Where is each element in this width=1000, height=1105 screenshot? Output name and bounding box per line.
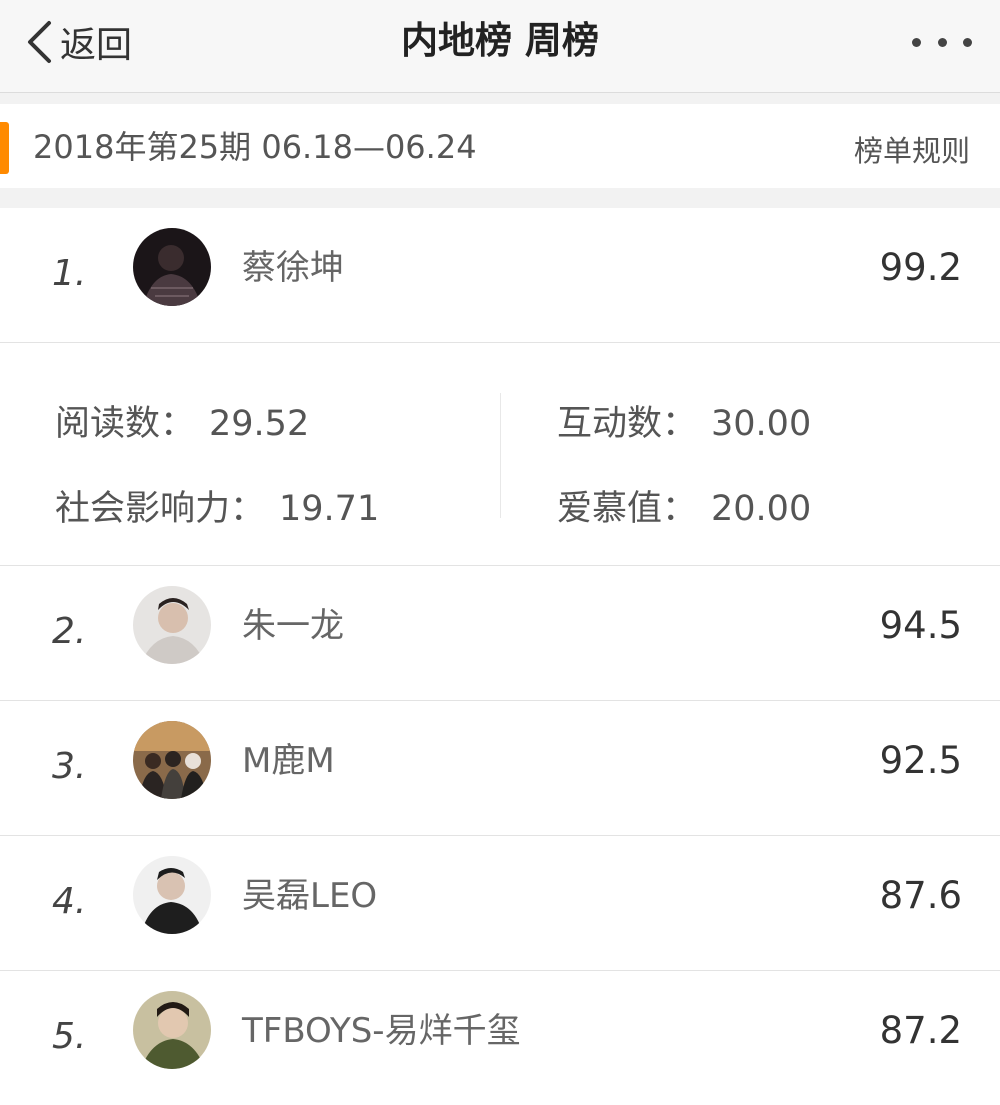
- avatar[interactable]: [133, 721, 211, 799]
- page-title: 内地榜 周榜: [401, 19, 599, 62]
- artist-name: M鹿M: [242, 741, 335, 781]
- period-label: 2018年第25期 06.18—06.24: [33, 128, 477, 166]
- ranking-row-2[interactable]: 2. 朱一龙 94.5: [0, 566, 1000, 701]
- love-stat: 爱慕值： 20.00: [557, 484, 811, 534]
- interactions-label: 互动数：: [557, 404, 698, 444]
- interactions-value: 30.00: [711, 404, 812, 444]
- score-value: 87.6: [879, 874, 962, 917]
- ranking-row-5[interactable]: 5. TFBOYS-易烊千玺 87.2: [0, 971, 1000, 1105]
- rank-number: 2.: [52, 611, 87, 652]
- avatar-image: [133, 228, 211, 306]
- reads-value: 29.52: [209, 404, 310, 444]
- dot: [912, 37, 921, 47]
- love-label: 爱慕值：: [557, 489, 698, 529]
- avatar-image: [133, 586, 211, 664]
- ranking-row-1[interactable]: 1. 蔡徐坤 99.2: [0, 208, 1000, 343]
- avatar[interactable]: [133, 991, 211, 1069]
- more-dots-icon[interactable]: [912, 30, 972, 54]
- love-value: 20.00: [711, 489, 812, 529]
- ranking-row-4[interactable]: 4. 吴磊LEO 87.6: [0, 836, 1000, 971]
- chart-rules-link[interactable]: 榜单规则: [854, 128, 970, 174]
- social-influence-label: 社会影响力：: [55, 489, 266, 529]
- detail-divider: [500, 393, 501, 518]
- ranking-detail-panel: 阅读数： 29.52 互动数： 30.00 社会影响力： 19.71 爱慕值： 20.0…: [0, 343, 1000, 566]
- avatar-image: [133, 991, 211, 1069]
- reads-stat: 阅读数： 29.52: [55, 399, 309, 449]
- score-value: 87.2: [879, 1009, 962, 1052]
- interactions-stat: 互动数： 30.00: [557, 399, 811, 449]
- rank-number: 5.: [52, 1016, 87, 1057]
- avatar[interactable]: [133, 228, 211, 306]
- avatar-image: [133, 856, 211, 934]
- artist-name: TFBOYS-易烊千玺: [242, 1011, 521, 1051]
- artist-name: 朱一龙: [242, 606, 344, 646]
- rank-number: 1.: [52, 253, 87, 294]
- period-accent-bar: [0, 122, 9, 174]
- score-value: 99.2: [879, 246, 962, 289]
- dot: [963, 37, 972, 47]
- social-influence-stat: 社会影响力： 19.71: [55, 484, 379, 534]
- rank-number: 3.: [52, 746, 87, 787]
- reads-label: 阅读数：: [55, 404, 196, 444]
- avatar-image: [133, 721, 211, 799]
- ranking-list: 1. 蔡徐坤 99.2 阅读数： 29.52 互动数： 30.00 社会影响力： 19…: [0, 208, 1000, 1105]
- score-value: 94.5: [879, 604, 962, 647]
- dot: [937, 37, 947, 47]
- rank-number: 4.: [52, 881, 87, 922]
- avatar[interactable]: [133, 856, 211, 934]
- period-header: 2018年第25期 06.18—06.24 榜单规则: [0, 104, 1000, 188]
- avatar[interactable]: [133, 586, 211, 664]
- ranking-row-3[interactable]: 3. M鹿M 92.5: [0, 701, 1000, 836]
- navigation-bar: 返回 内地榜 周榜: [0, 0, 1000, 93]
- score-value: 92.5: [879, 739, 962, 782]
- social-influence-value: 19.71: [279, 489, 380, 529]
- artist-name: 蔡徐坤: [242, 248, 344, 288]
- artist-name: 吴磊LEO: [242, 876, 378, 916]
